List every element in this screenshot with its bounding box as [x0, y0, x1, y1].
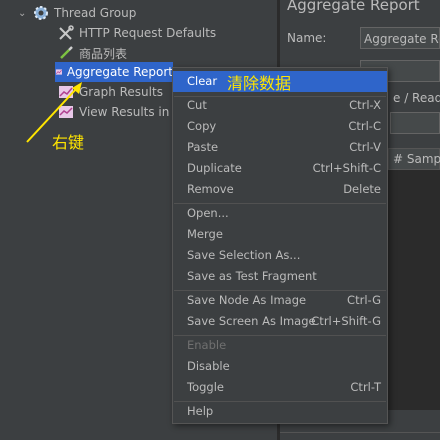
- menu-item-label: Toggle: [187, 380, 224, 394]
- menu-item-label: Save as Test Fragment: [187, 269, 317, 283]
- menu-item-label: Remove: [187, 182, 234, 196]
- chevron-down-icon[interactable]: ⌄: [18, 8, 32, 19]
- context-menu: Clear Cut Ctrl-X Copy Ctrl-C Paste Ctrl-…: [172, 67, 388, 424]
- report-icon: [55, 69, 62, 75]
- menu-item-save-as-test-fragment[interactable]: Save as Test Fragment: [173, 266, 387, 287]
- menu-item-label: Paste: [187, 140, 219, 154]
- menu-item-save-selection-as[interactable]: Save Selection As...: [173, 245, 387, 266]
- menu-item-label: Open...: [187, 206, 229, 220]
- tree-item-label: HTTP Request Defaults: [79, 26, 217, 40]
- annotation-clear-data: 清除数据: [227, 74, 292, 93]
- tree-item-label: Aggregate Report: [66, 65, 173, 79]
- filename-field[interactable]: e / Read fr: [390, 87, 440, 109]
- menu-item-help[interactable]: Help: [173, 401, 387, 422]
- menu-item-label: Merge: [187, 227, 223, 241]
- tree-item-aggregate-report[interactable]: Aggregate Report: [55, 62, 173, 82]
- menu-item-label: Clear: [187, 74, 218, 88]
- menu-item-toggle[interactable]: Toggle Ctrl-T: [173, 377, 387, 398]
- menu-item-remove[interactable]: Remove Delete: [173, 179, 387, 200]
- menu-item-open[interactable]: Open...: [173, 203, 387, 224]
- menu-item-paste[interactable]: Paste Ctrl-V: [173, 137, 387, 158]
- graph-icon: [59, 86, 73, 98]
- menu-item-shortcut: Ctrl-G: [347, 293, 381, 307]
- menu-item-shortcut: Ctrl+Shift-G: [311, 314, 381, 328]
- tree-item-http-request-defaults[interactable]: HTTP Request Defaults: [57, 23, 216, 43]
- results-table-header[interactable]: # Sample: [388, 148, 440, 170]
- menu-item-enable: Enable: [173, 335, 387, 356]
- menu-item-label: Copy: [187, 119, 217, 133]
- panel-bottom-border: [280, 432, 440, 433]
- menu-item-cut[interactable]: Cut Ctrl-X: [173, 95, 387, 116]
- menu-item-duplicate[interactable]: Duplicate Ctrl+Shift-C: [173, 158, 387, 179]
- menu-item-label: Save Node As Image: [187, 293, 307, 307]
- menu-item-save-screen-as-image[interactable]: Save Screen As Image Ctrl+Shift-G: [173, 311, 387, 332]
- menu-item-label: Cut: [187, 98, 207, 112]
- gear-icon: [34, 6, 48, 20]
- menu-item-shortcut: Ctrl-T: [350, 380, 381, 394]
- menu-item-copy[interactable]: Copy Ctrl-C: [173, 116, 387, 137]
- menu-item-shortcut: Delete: [343, 182, 381, 196]
- results-table-body: [388, 170, 440, 410]
- tree-item-product-list[interactable]: 商品列表: [57, 43, 127, 63]
- pipette-icon: [60, 46, 73, 59]
- menu-item-label: Duplicate: [187, 161, 242, 175]
- menu-item-label: Help: [187, 404, 214, 418]
- tree-item-graph-results[interactable]: Graph Results: [57, 82, 163, 102]
- wrench-icon: [59, 25, 74, 40]
- menu-item-disable[interactable]: Disable: [173, 356, 387, 377]
- name-field[interactable]: Aggregate Repo: [360, 27, 440, 49]
- menu-item-shortcut: Ctrl+Shift-C: [312, 161, 381, 175]
- results-icon: [59, 106, 73, 118]
- filename-input[interactable]: [390, 112, 440, 134]
- menu-item-shortcut: Ctrl-X: [349, 98, 381, 112]
- tree-item-label: Thread Group: [54, 6, 137, 20]
- menu-item-label: Save Screen As Image: [187, 314, 316, 328]
- menu-item-label: Disable: [187, 359, 230, 373]
- sample-column-header: # Sample: [393, 152, 440, 166]
- annotation-right-click: 右键: [52, 133, 85, 152]
- tree-item-thread-group[interactable]: ⌄ Thread Group: [18, 3, 136, 23]
- tree-item-label: Graph Results: [79, 85, 163, 99]
- page-title: Aggregate Report: [287, 0, 420, 14]
- menu-item-shortcut: Ctrl-C: [348, 119, 381, 133]
- menu-item-shortcut: Ctrl-V: [349, 140, 381, 154]
- menu-item-save-node-as-image[interactable]: Save Node As Image Ctrl-G: [173, 290, 387, 311]
- tree-item-view-results-table[interactable]: View Results in Ta: [57, 102, 186, 122]
- tree-item-label: 商品列表: [79, 46, 128, 61]
- tree-item-label: View Results in Ta: [79, 105, 186, 119]
- menu-item-label: Enable: [187, 338, 227, 352]
- menu-item-merge[interactable]: Merge: [173, 224, 387, 245]
- name-label: Name:: [287, 31, 327, 45]
- menu-item-label: Save Selection As...: [187, 248, 301, 262]
